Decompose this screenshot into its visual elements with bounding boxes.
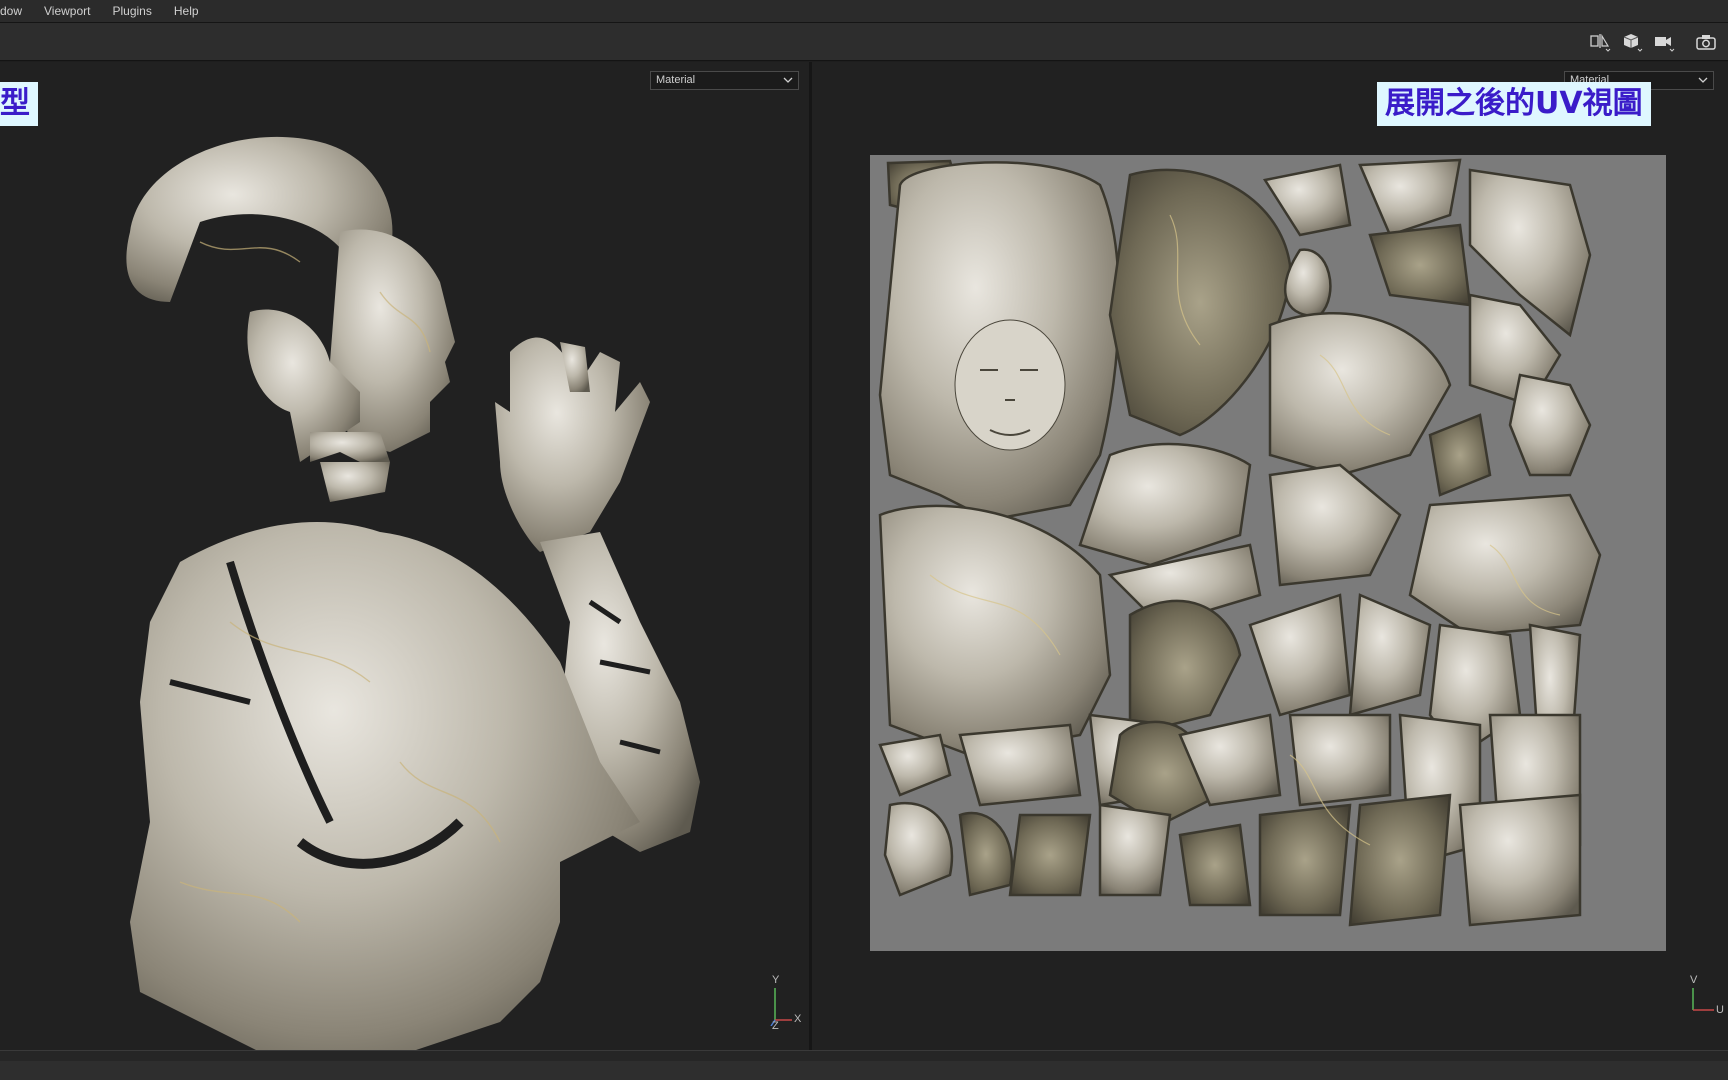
- uv-layout: [870, 155, 1666, 951]
- toolbar: [0, 23, 1728, 61]
- axis-gizmo-uv: V U: [1688, 974, 1724, 1019]
- menu-help[interactable]: Help: [163, 0, 210, 23]
- split-view-icon: [1590, 33, 1611, 52]
- screenshot-button[interactable]: [1694, 31, 1718, 53]
- menu-viewport[interactable]: Viewport: [33, 0, 101, 23]
- uv-caption: 展開之後的UV視圖: [1377, 82, 1651, 126]
- menu-window[interactable]: dow: [0, 0, 33, 23]
- axis-z-label: Z: [772, 1020, 779, 1032]
- chevron-down-icon: [1698, 77, 1708, 83]
- axis-gizmo-3d: Y X Z: [770, 974, 802, 1032]
- view-cube-button[interactable]: [1620, 31, 1644, 53]
- status-bar: [0, 1050, 1728, 1080]
- camera-button[interactable]: [1652, 31, 1676, 53]
- camera-icon: [1655, 37, 1675, 52]
- menu-bar: dow Viewport Plugins Help: [0, 0, 1728, 23]
- axis-y-label: Y: [772, 974, 780, 986]
- status-bar-strip: [0, 1061, 1728, 1080]
- viewport-3d[interactable]: Material 型 Y X Z: [0, 62, 809, 1050]
- screenshot-icon: [1696, 35, 1716, 50]
- axis-v-label: V: [1690, 974, 1698, 986]
- split-view-button[interactable]: [1588, 31, 1612, 53]
- axis-x-label: X: [794, 1013, 802, 1025]
- statue-model: [126, 136, 700, 1050]
- viewport-uv[interactable]: Material 展開之後的UV視圖 V U: [812, 62, 1728, 1050]
- cube-icon: [1623, 34, 1643, 52]
- axis-u-label: U: [1716, 1004, 1724, 1016]
- menu-plugins[interactable]: Plugins: [102, 0, 163, 23]
